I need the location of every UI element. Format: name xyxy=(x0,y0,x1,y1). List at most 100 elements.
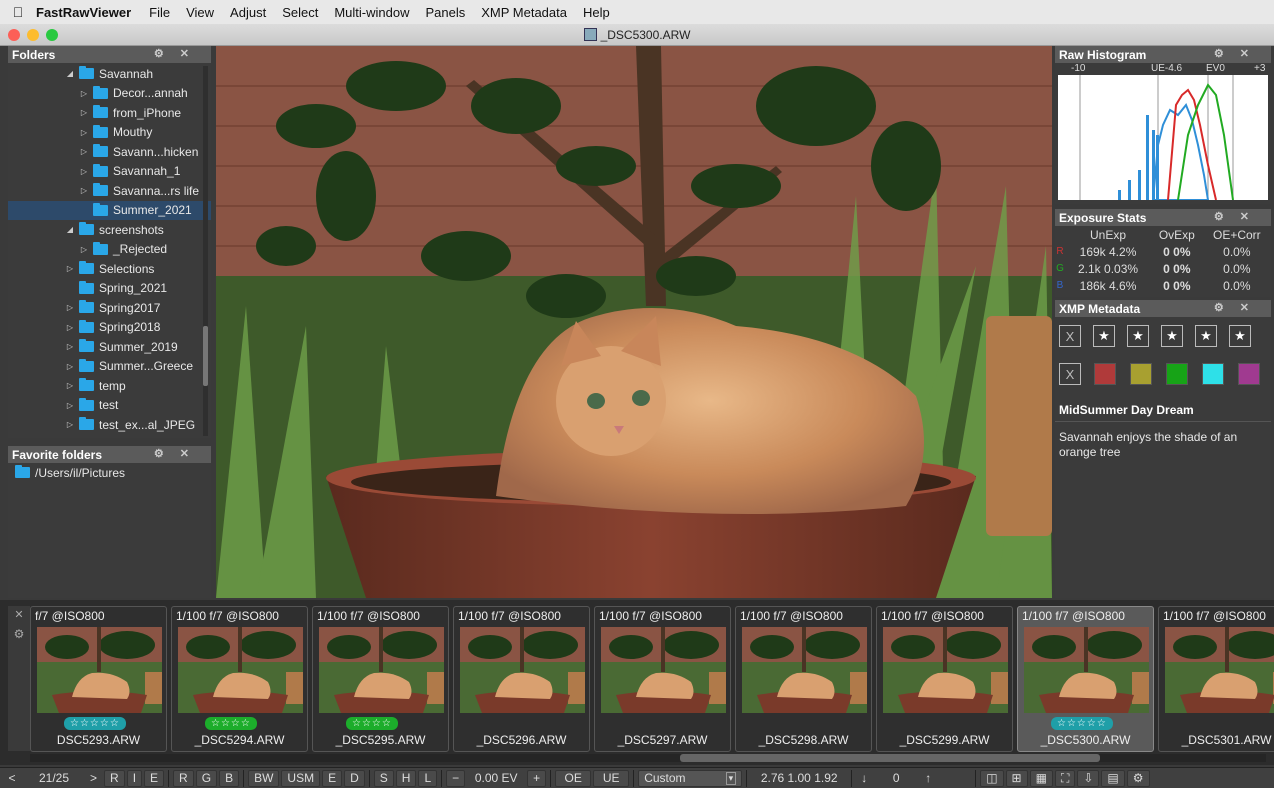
expand-closed-icon[interactable]: ▷ xyxy=(64,362,76,371)
rotate-down-button[interactable]: ↓ xyxy=(856,770,872,787)
filmstrip-thumbnail[interactable]: 1/100 f/7 @ISO800 ☆☆☆☆☆ _DSC5300.ARW xyxy=(1017,606,1154,752)
next-button[interactable]: > xyxy=(85,770,102,787)
star-5-button[interactable]: ★ xyxy=(1229,325,1251,347)
menu-adjust[interactable]: Adjust xyxy=(222,5,274,20)
apple-icon[interactable]:  xyxy=(0,4,36,20)
shadows-button[interactable]: S xyxy=(373,769,394,787)
grid-2x2-icon[interactable]: ⊞ xyxy=(1005,769,1028,787)
filmstrip-thumbnail[interactable]: 1/100 f/7 @ISO800 _DSC5301.ARW xyxy=(1158,606,1274,752)
folder-tree-item[interactable]: ▷ Selections xyxy=(8,259,211,279)
filmstrip-thumbnail[interactable]: f/7 @ISO800 ☆☆☆☆☆ DSC5293.ARW xyxy=(30,606,167,752)
expand-closed-icon[interactable]: ▷ xyxy=(64,401,76,410)
close-icon[interactable]: ✕ xyxy=(1240,302,1265,314)
star-3-button[interactable]: ★ xyxy=(1161,325,1183,347)
folder-tree-item[interactable]: ◢ Savannah xyxy=(8,64,211,84)
xmp-headline[interactable]: MidSummer Day Dream xyxy=(1055,399,1271,422)
color-label-green[interactable] xyxy=(1166,363,1188,385)
star-rating-badge[interactable]: ☆☆☆☆ xyxy=(205,717,257,730)
expand-closed-icon[interactable]: ▷ xyxy=(64,323,76,332)
folder-tree-item[interactable]: ▷ test xyxy=(8,396,211,416)
bw-button[interactable]: BW xyxy=(248,769,280,787)
folder-tree-item[interactable]: ▷ Savanna...rs life xyxy=(8,181,211,201)
luminance-button[interactable]: L xyxy=(418,769,438,787)
filmstrip-thumbnail[interactable]: 1/100 f/7 @ISO800 _DSC5297.ARW xyxy=(594,606,731,752)
panels-icon[interactable]: ▤ xyxy=(1101,769,1125,787)
ev-value[interactable]: 0.00 EV xyxy=(466,771,526,785)
expand-closed-icon[interactable]: ▷ xyxy=(78,245,90,254)
close-icon[interactable]: ✕ xyxy=(180,48,205,60)
filmstrip-thumbnail[interactable]: 1/100 f/7 @ISO800 ☆☆☆☆ _DSC5294.ARW xyxy=(171,606,308,752)
gear-icon[interactable]: ⚙ xyxy=(1214,48,1240,60)
menu-app-name[interactable]: FastRawViewer xyxy=(36,5,141,20)
highlights-button[interactable]: H xyxy=(395,769,417,787)
close-icon[interactable]: ✕ xyxy=(1240,211,1265,223)
star-rating-badge[interactable]: ☆☆☆☆☆ xyxy=(64,717,126,730)
zoom-window-button[interactable] xyxy=(46,29,58,41)
edges-button[interactable]: E xyxy=(322,769,343,787)
filmstrip-thumbnail[interactable]: 1/100 f/7 @ISO800 _DSC5298.ARW xyxy=(735,606,872,752)
gear-icon[interactable]: ⚙ xyxy=(8,627,30,641)
expand-closed-icon[interactable]: ▷ xyxy=(64,342,76,351)
menu-file[interactable]: File xyxy=(141,5,178,20)
folder-tree-item[interactable]: ▷ Summer...Greece xyxy=(8,357,211,377)
color-label-purple[interactable] xyxy=(1238,363,1260,385)
menu-view[interactable]: View xyxy=(178,5,222,20)
folder-tree-item[interactable]: ▷ test_ex...al_JPEG xyxy=(8,415,211,435)
minimize-window-button[interactable] xyxy=(27,29,39,41)
image-viewer[interactable] xyxy=(216,46,1052,598)
gear-icon[interactable]: ⚙ xyxy=(1214,302,1240,314)
gear-icon[interactable]: ⚙ xyxy=(154,48,180,60)
xmp-description[interactable]: Savannah enjoys the shade of an orange t… xyxy=(1055,422,1271,468)
expand-open-icon[interactable]: ◢ xyxy=(64,225,76,234)
expand-closed-icon[interactable]: ▷ xyxy=(78,147,90,156)
filmstrip-thumbnail[interactable]: 1/100 f/7 @ISO800 ☆☆☆☆ _DSC5295.ARW xyxy=(312,606,449,752)
red-button[interactable]: R xyxy=(173,769,194,787)
green-button[interactable]: G xyxy=(195,769,218,787)
filmstrip-scrollbar[interactable] xyxy=(30,754,1266,762)
expand-open-icon[interactable]: ◢ xyxy=(64,69,76,78)
export-icon[interactable]: ⇩ xyxy=(1077,769,1100,787)
expand-closed-icon[interactable]: ▷ xyxy=(78,108,90,117)
expand-closed-icon[interactable]: ▷ xyxy=(78,167,90,176)
folder-tree-item[interactable]: ▷ Savann...hicken xyxy=(8,142,211,162)
fullscreen-icon[interactable]: ⛶ xyxy=(1054,769,1076,787)
overexposure-toggle[interactable]: OE xyxy=(555,769,592,787)
folder-tree-item[interactable]: ▷ Savannah_1 xyxy=(8,162,211,182)
usm-button[interactable]: USM xyxy=(281,769,321,787)
menu-help[interactable]: Help xyxy=(575,5,618,20)
rotate-up-button[interactable]: ↑ xyxy=(920,770,936,787)
folder-tree-item[interactable]: ▷ Decor...annah xyxy=(8,84,211,104)
ev-plus-button[interactable]: + xyxy=(527,769,547,787)
folder-tree-item[interactable]: ▷ Spring2018 xyxy=(8,318,211,338)
close-icon[interactable]: ✕ xyxy=(8,608,30,621)
gear-icon[interactable]: ⚙ xyxy=(1214,211,1240,223)
info-button[interactable]: I xyxy=(126,769,143,787)
raw-r-button[interactable]: R xyxy=(104,769,125,787)
depth-button[interactable]: D xyxy=(344,769,365,787)
close-icon[interactable]: ✕ xyxy=(1240,48,1265,60)
star-1-button[interactable]: ★ xyxy=(1093,325,1115,347)
folder-tree-item[interactable]: ▷ Mouthy xyxy=(8,123,211,143)
expand-closed-icon[interactable]: ▷ xyxy=(64,303,76,312)
star-rating-badge[interactable]: ☆☆☆☆ xyxy=(346,717,398,730)
folder-tree-item[interactable]: ▷ _Rejected xyxy=(8,240,211,260)
menu-select[interactable]: Select xyxy=(274,5,326,20)
menu-xmp-metadata[interactable]: XMP Metadata xyxy=(473,5,575,20)
folder-tree-item[interactable]: Summer_2021 xyxy=(8,200,211,220)
color-label-cyan[interactable] xyxy=(1202,363,1224,385)
expand-closed-icon[interactable]: ▷ xyxy=(78,89,90,98)
close-icon[interactable]: ✕ xyxy=(180,448,205,460)
single-view-icon[interactable]: ◫ xyxy=(980,769,1004,787)
star-2-button[interactable]: ★ xyxy=(1127,325,1149,347)
menu-multi-window[interactable]: Multi-window xyxy=(326,5,417,20)
reject-button[interactable]: X xyxy=(1059,325,1081,347)
ev-minus-button[interactable]: − xyxy=(446,769,466,787)
previous-button[interactable]: < xyxy=(1,770,23,787)
clear-color-label-button[interactable]: X xyxy=(1059,363,1081,385)
star-rating-badge[interactable]: ☆☆☆☆☆ xyxy=(1051,717,1113,730)
folder-tree-item[interactable]: Spring_2021 xyxy=(8,279,211,299)
folder-tree-item[interactable]: ▷ Summer_2019 xyxy=(8,337,211,357)
blue-button[interactable]: B xyxy=(219,769,240,787)
expand-closed-icon[interactable]: ▷ xyxy=(78,186,90,195)
folder-tree-item[interactable]: ▷ Spring2017 xyxy=(8,298,211,318)
